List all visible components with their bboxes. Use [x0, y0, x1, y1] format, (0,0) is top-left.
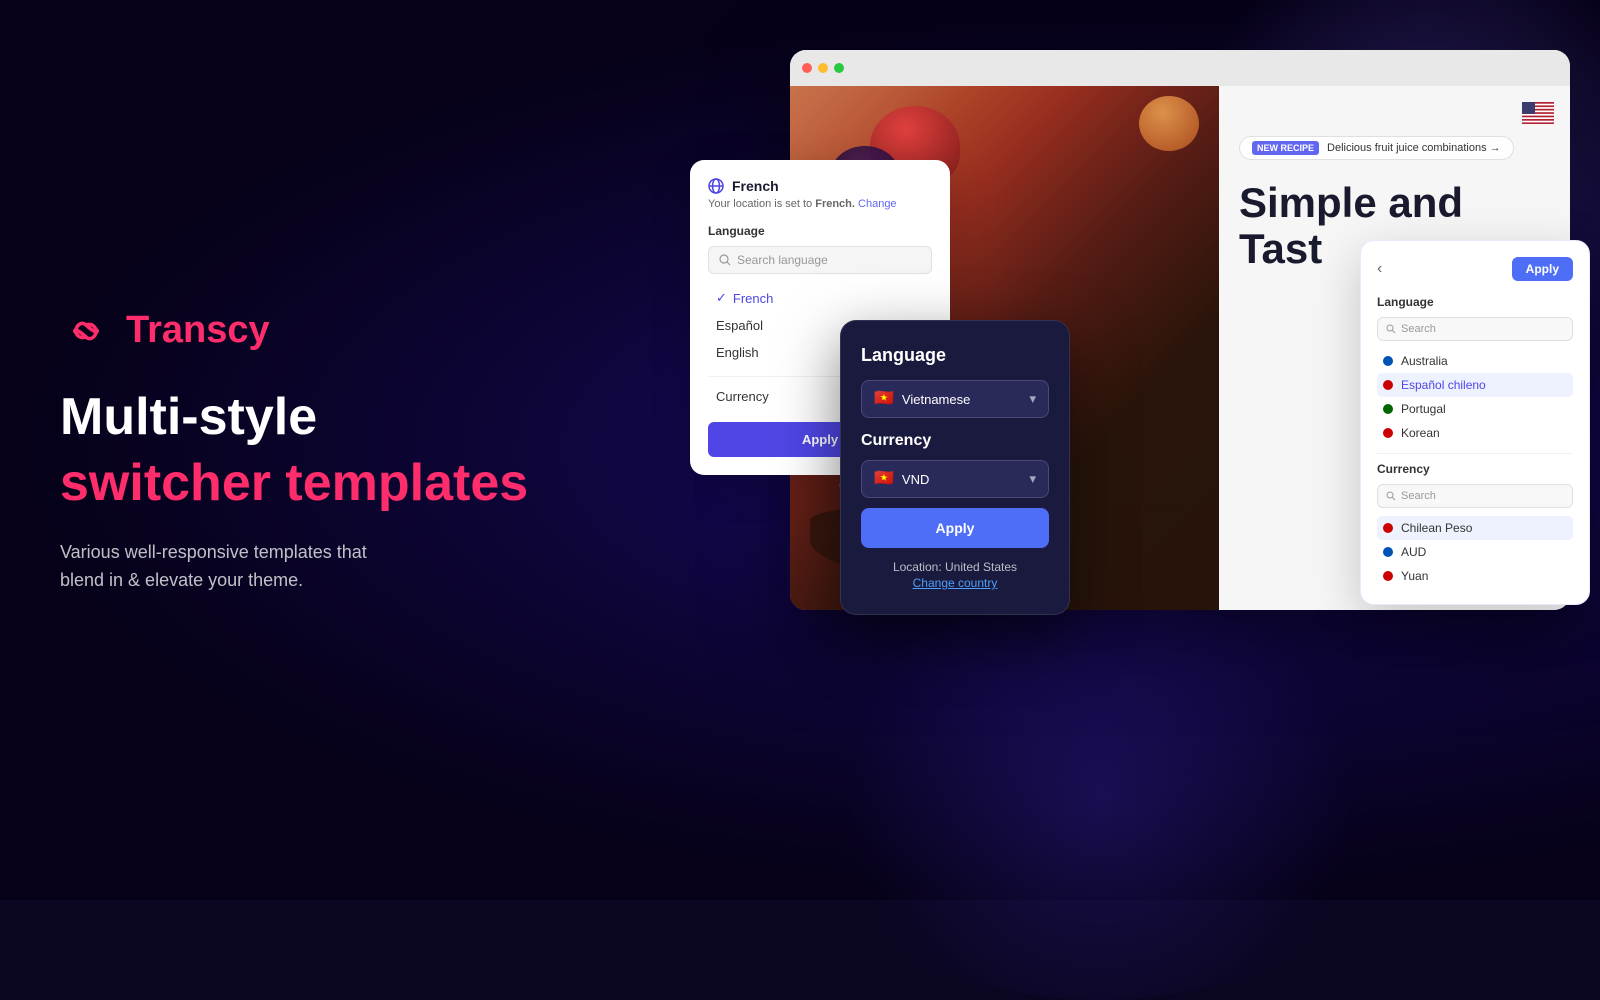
modal-right-header: ‹ Apply	[1377, 257, 1573, 281]
subtext: Various well-responsive templates thatbl…	[60, 538, 530, 596]
us-flag	[1522, 102, 1554, 129]
browser-header	[790, 50, 1570, 86]
language-section-title-panel: Language	[1377, 295, 1573, 309]
banner-badge: NEW RECIPE Delicious fruit juice combina…	[1239, 136, 1514, 160]
language-value-viet: Vietnamese	[902, 392, 970, 407]
currency-dropdown-viet[interactable]: 🇻🇳 VND ▾	[861, 460, 1049, 498]
currency-title-viet: Currency	[861, 432, 1049, 450]
chilean-flag-dot	[1383, 523, 1393, 533]
currency-label: Currency	[716, 389, 769, 404]
modal-french-title: French	[732, 178, 779, 194]
currency-search-icon	[1386, 491, 1396, 501]
australia-flag-dot	[1383, 356, 1393, 366]
headline-line1: Multi-style	[60, 389, 620, 446]
chevron-icon-lang: ▾	[1029, 391, 1036, 407]
language-search-panel[interactable]: Search	[1377, 317, 1573, 341]
currency-value-viet: VND	[902, 472, 929, 487]
globe-icon	[708, 178, 724, 194]
transcy-logo-icon	[60, 305, 112, 357]
headline-line2: switcher templates	[60, 454, 620, 514]
lang-option-australia[interactable]: Australia	[1377, 349, 1573, 373]
language-dropdown-viet[interactable]: 🇻🇳 Vietnamese ▾	[861, 380, 1049, 418]
change-country-link[interactable]: Change country	[861, 576, 1049, 590]
logo-area: Transcy	[60, 305, 620, 357]
search-icon-panel	[1386, 324, 1396, 334]
browser-dot-green	[834, 63, 844, 73]
search-icon	[719, 254, 731, 266]
location-label-viet: Location: United States	[861, 560, 1049, 574]
right-panel: NEW RECIPE Delicious fruit juice combina…	[620, 0, 1600, 900]
viet-flag: 🇻🇳	[874, 391, 894, 407]
language-title-viet: Language	[861, 345, 1049, 366]
lang-option-portugal[interactable]: Portugal	[1377, 397, 1573, 421]
yuan-flag-dot	[1383, 571, 1393, 581]
currency-search-panel[interactable]: Search	[1377, 484, 1573, 508]
apply-button-viet[interactable]: Apply	[861, 508, 1049, 548]
lang-item-french[interactable]: ✓ French	[708, 284, 932, 312]
badge-new-label: NEW RECIPE	[1252, 141, 1319, 155]
modal-vietnamese: Language 🇻🇳 Vietnamese ▾ Currency 🇻🇳 VND…	[840, 320, 1070, 615]
left-panel: Transcy Multi-style switcher templates V…	[60, 0, 620, 900]
lang-option-korean[interactable]: Korean	[1377, 421, 1573, 445]
lang-option-espanol-chileno[interactable]: Español chileno	[1377, 373, 1573, 397]
back-arrow-icon[interactable]: ‹	[1377, 260, 1382, 278]
banner-text: Delicious fruit juice combinations →	[1327, 142, 1501, 154]
browser-dot-red	[802, 63, 812, 73]
currency-section-title-panel: Currency	[1377, 462, 1573, 476]
vnd-flag: 🇻🇳	[874, 471, 894, 487]
korean-flag-dot	[1383, 428, 1393, 438]
modal-right-panel: ‹ Apply Language Search Australia Españo…	[1360, 240, 1590, 605]
language-section-label: Language	[708, 224, 932, 238]
language-search[interactable]: Search language	[708, 246, 932, 274]
apply-button-panel[interactable]: Apply	[1512, 257, 1573, 281]
change-link[interactable]: Change	[858, 198, 897, 210]
currency-option-aud[interactable]: AUD	[1377, 540, 1573, 564]
modal-french-header: French	[708, 178, 932, 194]
portugal-flag-dot	[1383, 404, 1393, 414]
currency-option-yuan[interactable]: Yuan	[1377, 564, 1573, 588]
logo-text: Transcy	[126, 309, 270, 352]
divider	[1377, 453, 1573, 454]
espanol-flag-dot	[1383, 380, 1393, 390]
aud-flag-dot	[1383, 547, 1393, 557]
browser-dot-yellow	[818, 63, 828, 73]
currency-option-chilean-peso[interactable]: Chilean Peso	[1377, 516, 1573, 540]
chevron-icon-currency: ▾	[1029, 471, 1036, 487]
location-text: Your location is set to French. Change	[708, 198, 932, 210]
